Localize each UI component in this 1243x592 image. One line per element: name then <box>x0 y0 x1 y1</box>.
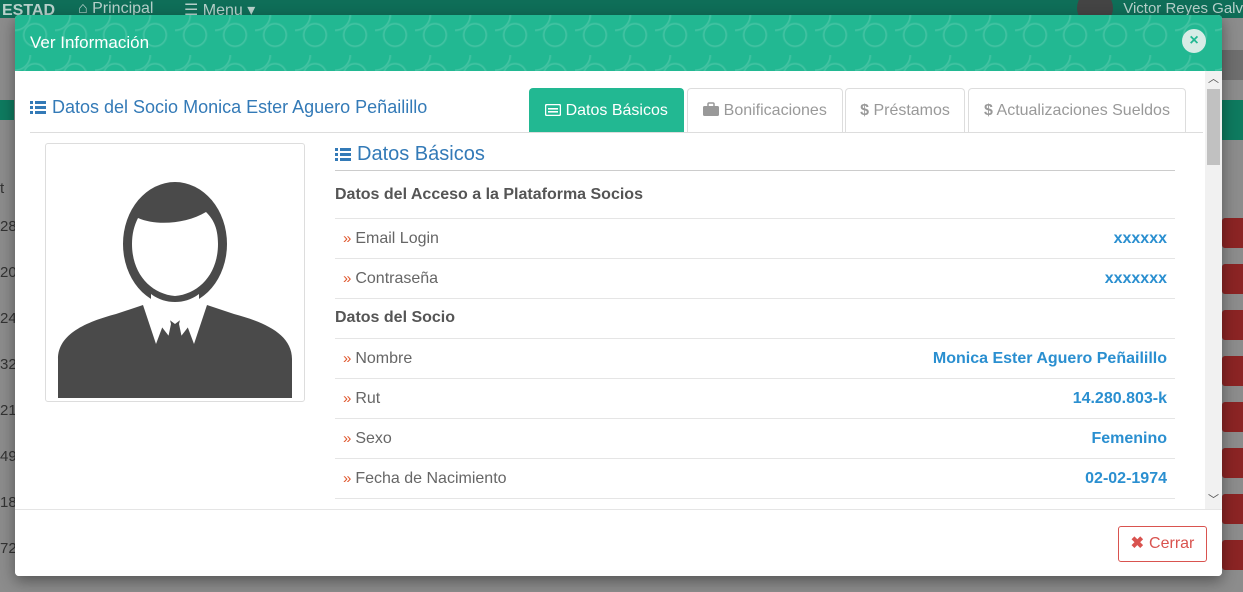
row-value: xxxxxxx <box>1104 269 1167 287</box>
info-row-email: » Email Login xxxxxx <box>335 219 1175 259</box>
content-title-text: Datos Básicos <box>357 143 485 165</box>
background-delete-button <box>1222 310 1243 340</box>
content-title: Datos Básicos <box>335 143 1175 171</box>
modal-header: Ver Información × <box>15 15 1222 71</box>
row-value: Monica Ester Aguero Peñailillo <box>932 349 1167 367</box>
background-cell: 32 <box>0 356 17 373</box>
tab-actualizaciones-sueldos[interactable]: $ Actualizaciones Sueldos <box>968 88 1186 133</box>
datos-basicos-panel: Datos Básicos Datos del Acceso a la Plat… <box>335 143 1175 499</box>
user-avatar-icon <box>58 182 292 398</box>
list-icon <box>30 101 46 114</box>
list-icon <box>335 148 351 161</box>
chevron-right-icon: » <box>343 429 352 447</box>
background-delete-button <box>1222 494 1243 524</box>
background-cell: 72 <box>0 540 17 557</box>
row-label: Sexo <box>355 429 392 447</box>
background-delete-button <box>1222 264 1243 294</box>
row-label: Nombre <box>355 349 413 367</box>
cerrar-label: Cerrar <box>1149 535 1195 552</box>
chevron-right-icon: » <box>343 229 352 247</box>
briefcase-icon <box>703 102 720 116</box>
background-cell: 18 <box>0 494 17 511</box>
background-delete-button <box>1222 448 1243 478</box>
row-label: Contraseña <box>355 269 439 287</box>
background-cell: t <box>0 180 5 197</box>
tab-label: Préstamos <box>873 102 950 119</box>
row-value: 02-02-1974 <box>1085 469 1167 487</box>
row-label: Email Login <box>355 229 439 247</box>
background-next-button <box>1222 100 1243 140</box>
modal-scrollbar[interactable]: ︿ ﹀ <box>1205 71 1222 509</box>
group-title-acceso: Datos del Acceso a la Plataforma Socios <box>335 171 1175 219</box>
socio-photo <box>45 143 305 402</box>
row-label: Fecha de Nacimiento <box>355 469 507 487</box>
background-delete-button <box>1222 402 1243 432</box>
close-icon: ✖ <box>1130 535 1145 552</box>
scroll-down-icon[interactable]: ﹀ <box>1205 492 1222 509</box>
background-cell: 21 <box>0 402 17 419</box>
tab-bonificaciones[interactable]: Bonificaciones <box>687 88 843 133</box>
row-value: Femenino <box>1091 429 1167 447</box>
chevron-right-icon: » <box>343 469 352 487</box>
background-delete-button <box>1222 356 1243 386</box>
group-title-socio: Datos del Socio <box>335 299 1175 339</box>
cerrar-button[interactable]: ✖ Cerrar <box>1118 526 1207 562</box>
scroll-up-icon[interactable]: ︿ <box>1205 71 1222 88</box>
modal-body: Datos del Socio Monica Ester Aguero Peña… <box>15 71 1222 509</box>
dollar-icon: $ <box>860 102 869 119</box>
header-pattern <box>15 15 1222 71</box>
tab-datos-basicos[interactable]: Datos Básicos <box>529 88 684 133</box>
info-row-rut: » Rut 14.280.803-k <box>335 379 1175 419</box>
scroll-thumb[interactable] <box>1207 89 1220 165</box>
info-row-password: » Contraseña xxxxxxx <box>335 259 1175 299</box>
row-value: xxxxxx <box>1113 229 1167 247</box>
info-row-sexo: » Sexo Femenino <box>335 419 1175 459</box>
chevron-right-icon: » <box>343 389 352 407</box>
chevron-right-icon: » <box>343 269 352 287</box>
background-cell: 49 <box>0 448 17 465</box>
tabs-divider <box>30 132 1203 133</box>
dollar-icon: $ <box>984 102 993 119</box>
background-delete-button <box>1222 540 1243 570</box>
info-row-nombre: » Nombre Monica Ester Aguero Peñailillo <box>335 339 1175 379</box>
chevron-right-icon: » <box>343 349 352 367</box>
close-icon[interactable]: × <box>1182 29 1206 53</box>
modal-title: Ver Información <box>30 33 150 52</box>
background-delete-button <box>1222 218 1243 248</box>
background-cell: 28 <box>0 218 17 235</box>
tab-prestamos[interactable]: $ Préstamos <box>845 88 965 133</box>
info-row-fecha-nacimiento: » Fecha de Nacimiento 02-02-1974 <box>335 459 1175 499</box>
background-toolbar <box>0 100 14 120</box>
background-cell: 20 <box>0 264 17 281</box>
modal-footer: ✖ Cerrar <box>15 509 1222 576</box>
info-modal: Ver Información × Datos del Socio Monica… <box>15 15 1222 576</box>
row-value: 14.280.803-k <box>1072 389 1167 407</box>
background-cell: 24 <box>0 310 17 327</box>
tab-label: Actualizaciones Sueldos <box>996 102 1170 119</box>
socio-section-title: Datos del Socio Monica Ester Aguero Peña… <box>30 97 427 118</box>
tab-label: Bonificaciones <box>723 102 827 119</box>
background-search <box>1222 50 1243 80</box>
id-card-icon <box>544 103 562 117</box>
socio-section-title-text: Datos del Socio Monica Ester Aguero Peña… <box>52 97 428 117</box>
row-label: Rut <box>355 389 381 407</box>
tab-label: Datos Básicos <box>565 102 668 119</box>
